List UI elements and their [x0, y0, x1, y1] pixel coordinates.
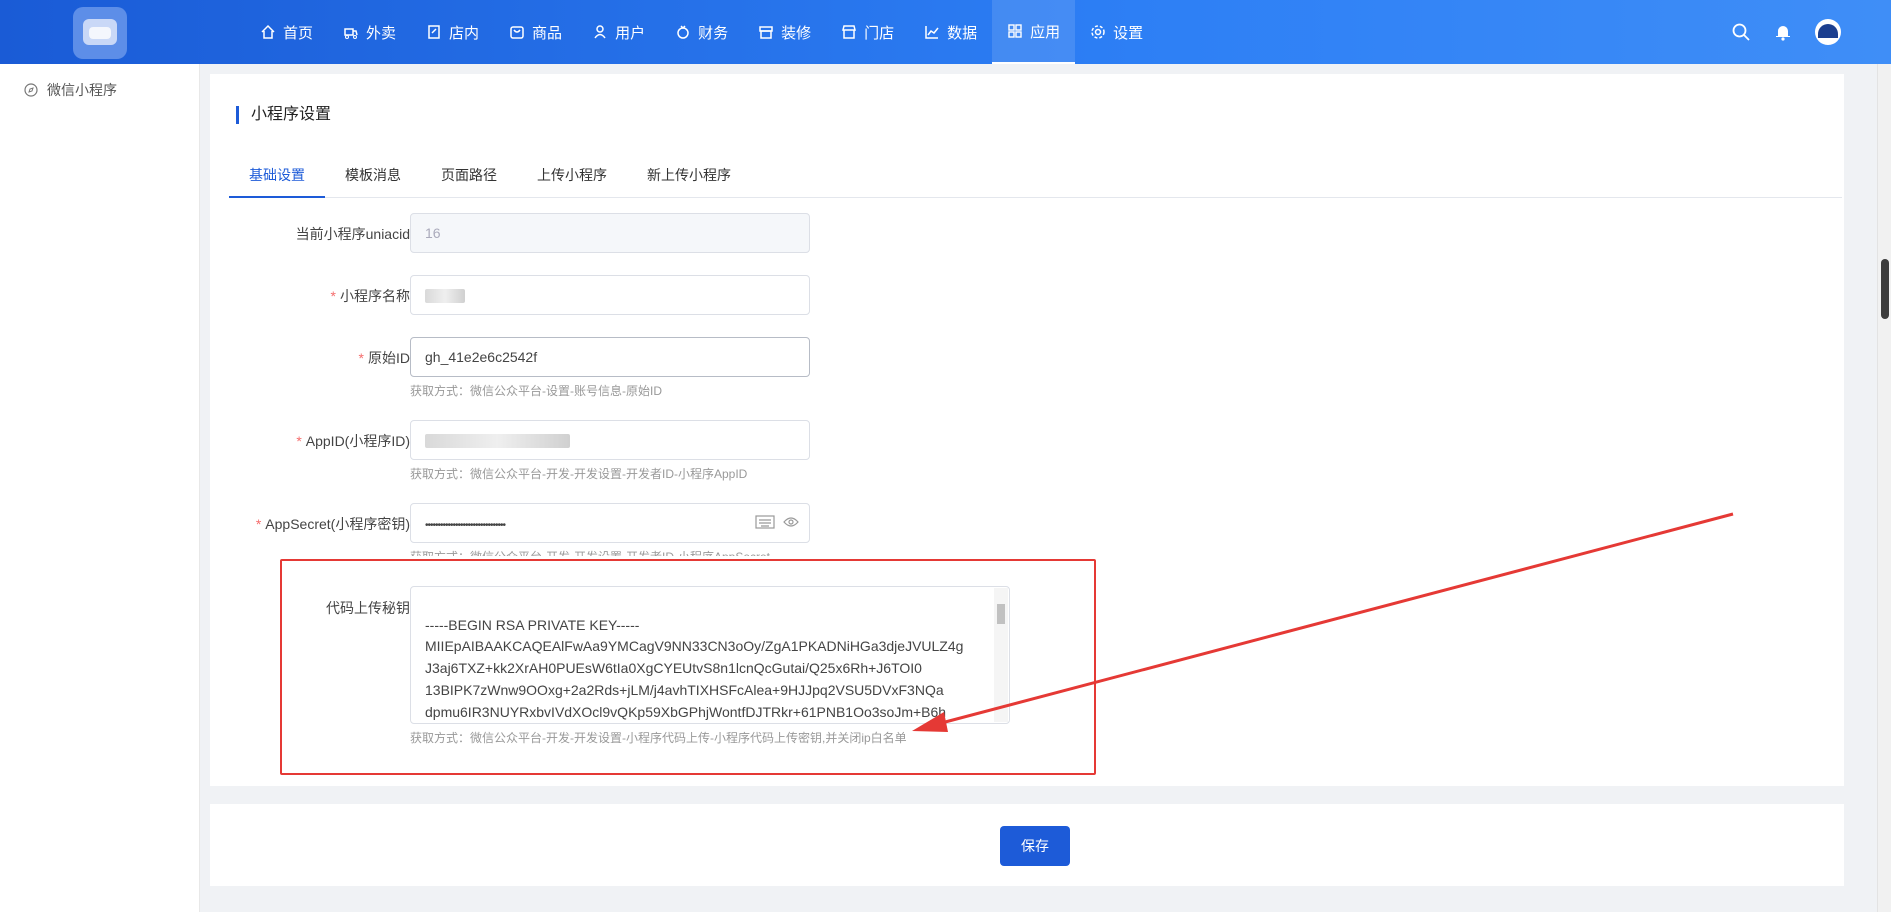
page-scrollbar[interactable]	[1877, 64, 1891, 912]
annotation-arrow	[912, 512, 1734, 732]
save-button[interactable]: 保存	[1000, 826, 1070, 866]
scrollbar-thumb[interactable]	[1881, 259, 1889, 319]
footer-card: 保存	[210, 804, 1844, 886]
